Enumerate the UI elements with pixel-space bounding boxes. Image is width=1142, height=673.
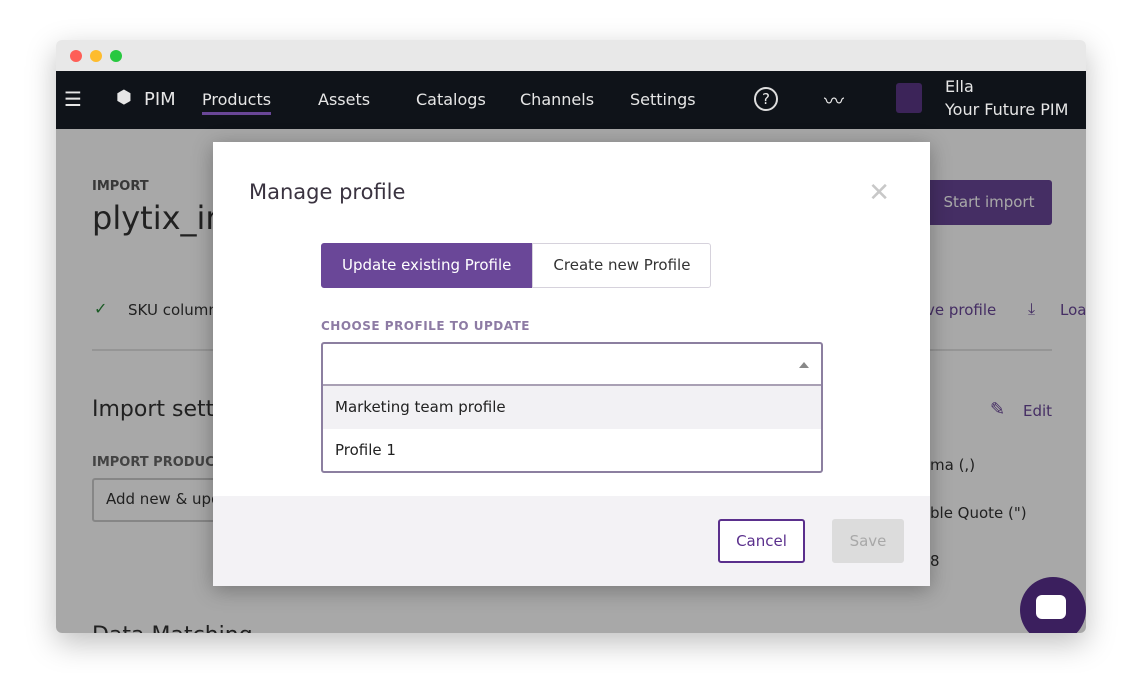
tab-update-existing-profile[interactable]: Update existing Profile (321, 243, 533, 288)
close-window-button[interactable] (70, 50, 82, 62)
activity-icon[interactable]: 〰 (824, 85, 844, 114)
manage-profile-modal: Manage profile ✕ Update existing Profile… (213, 142, 930, 586)
cancel-button[interactable]: Cancel (718, 519, 805, 563)
user-org[interactable]: Your Future PIM (945, 100, 1068, 119)
cube-logo-icon: ⬢ (116, 87, 132, 108)
user-name[interactable]: Ella (945, 77, 974, 96)
nav-channels[interactable]: Channels (520, 90, 594, 109)
nav-products[interactable]: Products (202, 90, 272, 115)
minimize-window-button[interactable] (90, 50, 102, 62)
profile-select-input[interactable] (323, 344, 821, 386)
save-button[interactable]: Save (832, 519, 904, 563)
profile-mode-toggle: Update existing Profile Create new Profi… (321, 243, 712, 288)
title-bar (56, 40, 1086, 71)
tab-create-new-profile[interactable]: Create new Profile (532, 243, 712, 288)
option-marketing-team-profile[interactable]: Marketing team profile (323, 386, 821, 429)
top-nav: ☰ ⬢ PIM Products Assets Catalogs Channel… (56, 71, 1086, 129)
modal-title: Manage profile (249, 180, 406, 204)
hamburger-menu-icon[interactable]: ☰ (64, 87, 82, 111)
profile-select[interactable]: Marketing team profile Profile 1 (321, 342, 823, 473)
modal-footer: Cancel Save (213, 496, 930, 586)
app-window: ☰ ⬢ PIM Products Assets Catalogs Channel… (56, 40, 1086, 633)
nav-catalogs[interactable]: Catalogs (416, 90, 486, 109)
app-name[interactable]: PIM (144, 89, 176, 110)
org-logo-icon (896, 83, 922, 113)
maximize-window-button[interactable] (110, 50, 122, 62)
close-icon[interactable]: ✕ (868, 178, 890, 208)
option-profile-1[interactable]: Profile 1 (323, 429, 821, 472)
nav-settings[interactable]: Settings (630, 90, 696, 109)
choose-profile-label: CHOOSE PROFILE TO UPDATE (321, 319, 530, 333)
help-icon[interactable]: ? (754, 87, 778, 111)
nav-assets[interactable]: Assets (318, 90, 370, 109)
chat-bubble-icon (1036, 595, 1066, 619)
caret-up-icon[interactable] (799, 362, 809, 368)
